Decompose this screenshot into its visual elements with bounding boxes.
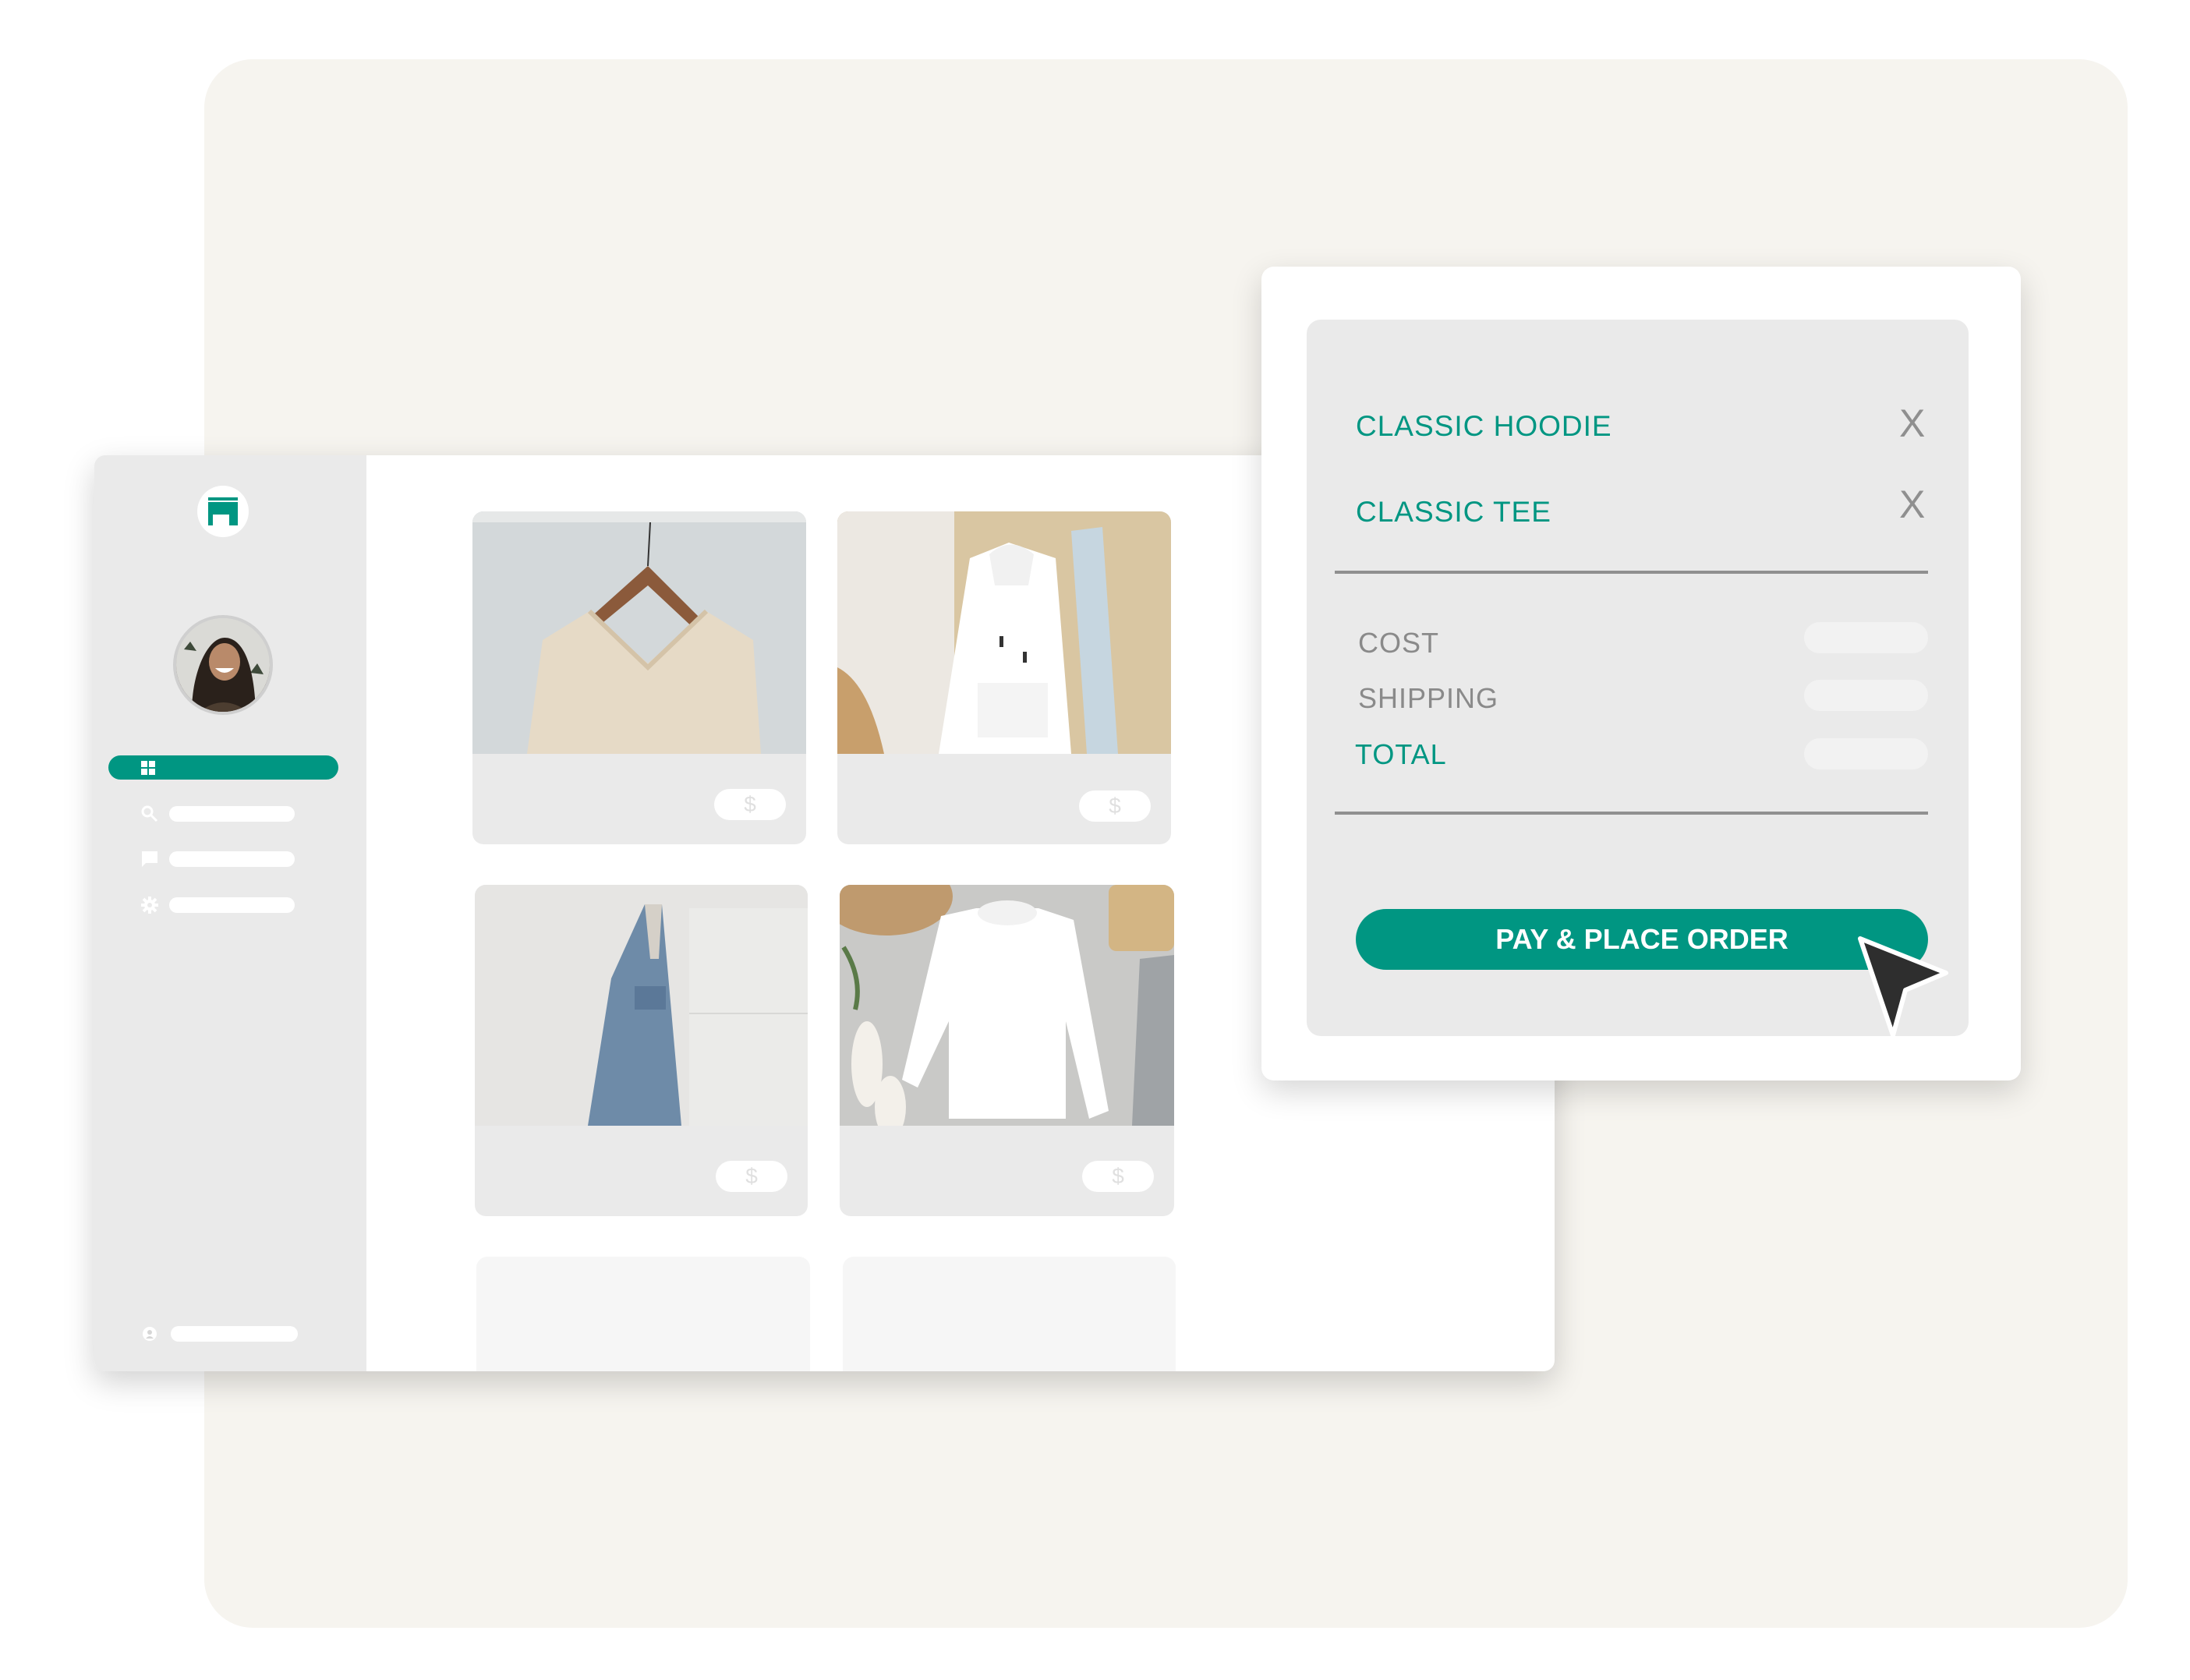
cart-item-name: CLASSIC HOODIE bbox=[1356, 410, 1612, 442]
sidebar bbox=[94, 455, 366, 1371]
shipping-value bbox=[1804, 680, 1928, 711]
cart-summary: CLASSIC HOODIE X CLASSIC TEE X COST SHIP… bbox=[1307, 320, 1969, 1036]
store-logo[interactable] bbox=[197, 486, 249, 537]
product-card-placeholder bbox=[843, 1257, 1176, 1371]
cart-item-name: CLASSIC TEE bbox=[1356, 496, 1551, 528]
price-button[interactable]: $ bbox=[1082, 1161, 1154, 1192]
divider bbox=[1335, 812, 1928, 815]
product-image-sweater bbox=[472, 511, 806, 754]
nav-label-placeholder bbox=[169, 897, 295, 913]
sidebar-profile[interactable] bbox=[143, 1325, 345, 1342]
chat-icon bbox=[142, 851, 157, 867]
total-label: TOTAL bbox=[1355, 738, 1447, 770]
sidebar-item-dashboard[interactable] bbox=[108, 755, 338, 780]
product-card[interactable]: $ bbox=[840, 885, 1174, 1216]
remove-item-button[interactable]: X bbox=[1899, 485, 1925, 524]
user-icon bbox=[143, 1327, 157, 1341]
product-card[interactable]: $ bbox=[837, 511, 1171, 844]
search-icon bbox=[141, 805, 158, 822]
mouse-pointer-icon bbox=[1858, 936, 1948, 1038]
avatar-photo bbox=[176, 618, 270, 712]
total-value bbox=[1804, 738, 1928, 769]
grid-icon bbox=[141, 761, 155, 775]
product-image-hoodie bbox=[837, 511, 1171, 754]
product-image-sweatshirt bbox=[840, 885, 1174, 1126]
avatar[interactable] bbox=[173, 615, 273, 715]
price-button[interactable]: $ bbox=[716, 1161, 787, 1192]
shipping-label: SHIPPING bbox=[1358, 682, 1499, 714]
nav-label-placeholder bbox=[169, 851, 295, 867]
sidebar-item-settings[interactable] bbox=[141, 897, 344, 914]
cost-value bbox=[1804, 622, 1928, 653]
cost-label: COST bbox=[1358, 627, 1440, 659]
storefront-icon bbox=[208, 497, 238, 525]
product-card[interactable]: $ bbox=[475, 885, 808, 1216]
profile-name-placeholder bbox=[171, 1326, 298, 1342]
nav-label-placeholder bbox=[169, 806, 295, 822]
price-button[interactable]: $ bbox=[1079, 790, 1151, 822]
divider bbox=[1335, 571, 1928, 574]
sidebar-item-search[interactable] bbox=[141, 805, 344, 822]
product-image-denim-jacket bbox=[475, 885, 808, 1126]
gear-icon bbox=[141, 897, 158, 914]
product-card-placeholder bbox=[476, 1257, 810, 1371]
remove-item-button[interactable]: X bbox=[1899, 404, 1925, 443]
product-card[interactable]: $ bbox=[472, 511, 806, 844]
price-button[interactable]: $ bbox=[714, 789, 786, 820]
pay-place-order-button[interactable]: PAY & PLACE ORDER bbox=[1356, 909, 1928, 970]
sidebar-item-messages[interactable] bbox=[141, 851, 344, 868]
